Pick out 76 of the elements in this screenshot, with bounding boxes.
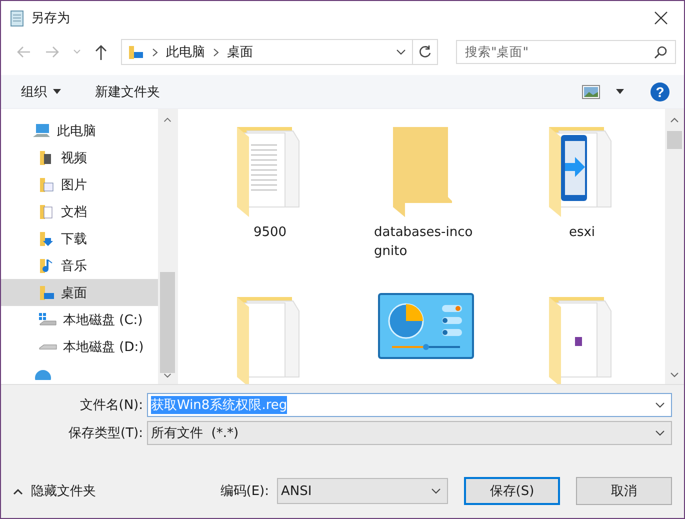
folder-icon [39,230,55,246]
encoding-value: ANSI [281,484,312,498]
chevron-down-icon[interactable] [163,372,172,378]
save-button[interactable]: 保存(S) [464,477,560,505]
file-type-dropdown[interactable]: 所有文件 (*.*) [147,421,672,445]
desktop-folder-icon [128,44,144,60]
sidebar-item[interactable]: 图片 [1,171,158,198]
sidebar-item[interactable]: 音乐 [1,252,158,279]
folder-icon [39,284,55,300]
breadcrumb[interactable]: 此电脑 [166,43,205,61]
cancel-button[interactable]: 取消 [576,477,672,505]
caret-icon[interactable] [616,89,624,94]
chevron-down-icon[interactable] [655,402,665,408]
address-bar[interactable]: 此电脑 桌面 [121,39,413,65]
refresh-icon [418,45,432,59]
search-icon [654,46,667,58]
drive-icon [39,344,57,350]
folder-icon [39,258,55,274]
file-name: esxi [568,224,596,242]
window-title: 另存为 [31,10,70,27]
sidebar-item-label: 桌面 [61,284,87,302]
chevron-up-icon [13,488,23,494]
sidebar-item-label: 下载 [61,230,87,248]
caret-icon [53,89,61,94]
chevron-down-icon[interactable] [670,372,679,378]
sidebar-item[interactable]: 本地磁盘 (D:) [1,333,158,360]
file-name: 9500 [252,224,288,242]
control-panel-icon[interactable] [378,293,474,359]
sidebar-item[interactable]: 下载 [1,225,158,252]
sidebar-item[interactable]: 本地磁盘 (C:) [1,306,158,333]
chevron-down-icon [655,430,665,436]
chevron-right-icon [213,48,219,56]
search-placeholder: 搜索"桌面" [465,44,528,60]
file-type-label: 保存类型(T): [68,425,144,442]
breadcrumb[interactable]: 桌面 [227,43,253,61]
sidebar-item[interactable]: 此电脑 [1,117,158,144]
sidebar-item-label: 音乐 [61,258,87,274]
file-type-value: 所有文件 (*.*) [151,425,239,442]
chevron-down-icon[interactable] [396,49,406,55]
sidebar-item[interactable]: 视频 [1,144,158,171]
sidebar-item-label: 图片 [61,176,87,194]
sidebar-item-label: 视频 [61,150,87,166]
scrollbar-thumb[interactable] [160,272,175,373]
organize-menu-button[interactable]: 组织 [13,78,69,104]
chevron-up-icon[interactable] [670,117,679,123]
chevron-right-icon [152,48,158,56]
refresh-button[interactable] [412,39,438,65]
sidebar-item-label: 本地磁盘 (C:) [63,312,143,328]
drive-icon [39,312,57,326]
new-folder-button[interactable]: 新建文件夹 [87,78,168,104]
folder-icon [39,176,55,192]
scrollbar-thumb[interactable] [667,131,682,149]
search-field[interactable]: 搜索"桌面" [456,40,676,64]
sidebar-item[interactable]: 桌面 [1,279,158,306]
chevron-down-icon [431,488,441,494]
up-arrow-icon[interactable] [95,44,107,60]
computer-icon [33,124,51,138]
help-icon[interactable]: ? [650,82,670,102]
network-icon [33,368,51,380]
sidebar-item-label: 本地磁盘 (D:) [63,338,144,356]
scrollbar[interactable] [665,109,684,384]
close-icon[interactable] [654,11,668,25]
file-name: databases-incognito [374,224,474,261]
encoding-dropdown[interactable]: ANSI [277,478,448,504]
hide-folders-button[interactable]: 隐藏文件夹 [13,482,96,500]
sidebar-item-label: 文档 [61,204,87,220]
file-name-label: 文件名(N): [78,397,144,414]
scrollbar[interactable] [158,109,177,384]
notepad-icon [9,9,25,27]
file-name-value: 获取Win8系统权限.reg [151,396,288,414]
sidebar-item[interactable]: 文档 [1,198,158,225]
view-picture-icon[interactable] [582,84,600,98]
folder-icon [39,204,55,220]
encoding-label: 编码(E): [220,483,269,500]
chevron-up-icon[interactable] [163,117,172,122]
sidebar-item-label: 此电脑 [57,122,96,140]
